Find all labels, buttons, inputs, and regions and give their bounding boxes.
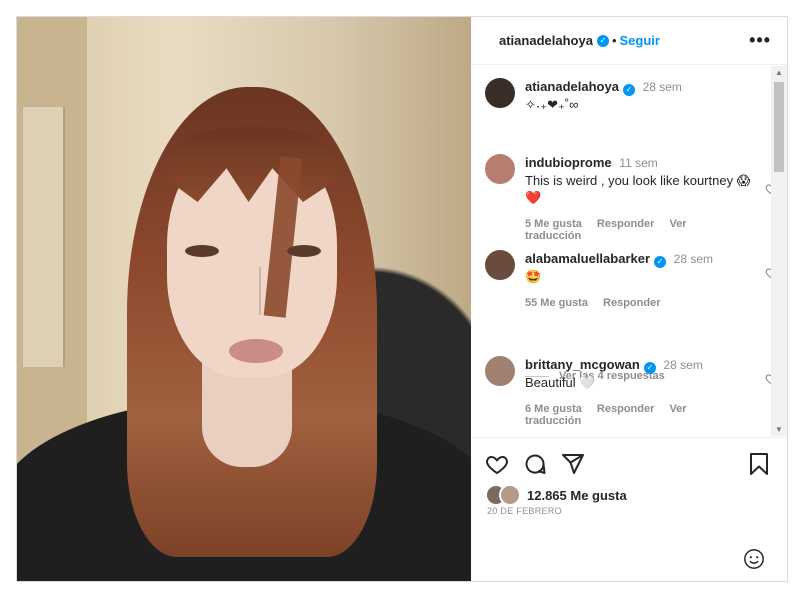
scroll-down-icon[interactable]: ▼ [775, 425, 783, 434]
comment-meta: 5 Me gusta Responder Ver traducción [525, 218, 757, 242]
comment-likes[interactable]: 6 Me gusta [525, 403, 582, 415]
verified-icon: ✓ [643, 362, 656, 374]
comment-meta: 55 Me gusta Responder [525, 297, 757, 309]
liker-avatar [499, 484, 521, 506]
header-username[interactable]: atianadelahoya [499, 33, 593, 48]
emoji-icon[interactable] [743, 548, 765, 570]
verified-icon: ✓ [654, 256, 667, 268]
comment-username[interactable]: alabamaluellabarker [525, 251, 650, 266]
comment-likes[interactable]: 55 Me gusta [525, 297, 588, 309]
post-dialog: atianadelahoya ✓ • Seguir ••• atianadela… [16, 16, 788, 582]
avatar[interactable] [485, 78, 515, 108]
comment-item: alabamaluellabarker ✓ 28 sem 🤩 55 Me gust… [485, 250, 779, 309]
comment-text: This is weird , you look like kourtney 😱… [525, 173, 751, 205]
post-actions: 12.865 Me gusta 20 DE FEBRERO [471, 437, 787, 581]
comment-item: brittany_mcgowan ✓ 28 sem Beautiful 🤍 6 M… [485, 356, 779, 427]
post-header: atianadelahoya ✓ • Seguir ••• [471, 17, 787, 65]
comment-likes[interactable]: 5 Me gusta [525, 218, 582, 230]
post-photo[interactable] [17, 17, 471, 581]
scrollbar-thumb[interactable] [774, 82, 784, 172]
caption: atianadelahoya ✓ 28 sem ✧˖₊❤︎₊˚∞ [485, 78, 757, 113]
comment-time[interactable]: 11 sem [619, 156, 657, 170]
reply-button[interactable]: Responder [597, 218, 654, 230]
avatar[interactable] [485, 250, 515, 280]
save-bookmark-icon[interactable] [747, 452, 771, 476]
comment-username[interactable]: brittany_mcgowan [525, 357, 640, 372]
share-icon[interactable] [561, 452, 585, 476]
reply-button[interactable]: Responder [603, 297, 660, 309]
follow-button[interactable]: Seguir [620, 33, 660, 48]
comment-item: indubioprome 11 sem This is weird , you … [485, 154, 779, 242]
likes-summary[interactable]: 12.865 Me gusta [485, 484, 627, 506]
comment-text: Beautiful 🤍 [525, 375, 596, 390]
reply-button[interactable]: Responder [597, 403, 654, 415]
verified-icon: ✓ [622, 84, 635, 96]
post-date[interactable]: 20 DE FEBRERO [487, 506, 562, 516]
comment-time[interactable]: 28 sem [674, 252, 713, 266]
separator-dot: • [611, 33, 617, 48]
comment-icon[interactable] [523, 452, 547, 476]
more-options-icon[interactable]: ••• [749, 30, 771, 51]
comment-text: 🤩 [525, 269, 542, 284]
scroll-up-icon[interactable]: ▲ [775, 68, 783, 77]
verified-icon: ✓ [596, 34, 609, 47]
avatar[interactable] [485, 356, 515, 386]
comment-meta: 6 Me gusta Responder Ver traducción [525, 403, 757, 427]
post-side-panel: atianadelahoya ✓ • Seguir ••• atianadela… [471, 17, 787, 581]
like-heart-icon[interactable] [485, 452, 509, 476]
comments-list[interactable]: atianadelahoya ✓ 28 sem ✧˖₊❤︎₊˚∞ indubiop… [471, 66, 787, 436]
avatar[interactable] [485, 154, 515, 184]
caption-text: ✧˖₊❤︎₊˚∞ [525, 97, 579, 112]
caption-username[interactable]: atianadelahoya [525, 79, 619, 94]
caption-time[interactable]: 28 sem [643, 80, 682, 94]
comment-username[interactable]: indubioprome [525, 155, 612, 170]
comments-scrollbar[interactable]: ▲ ▼ [771, 66, 787, 436]
likes-count[interactable]: 12.865 Me gusta [527, 488, 627, 503]
comment-time[interactable]: 28 sem [663, 358, 702, 372]
